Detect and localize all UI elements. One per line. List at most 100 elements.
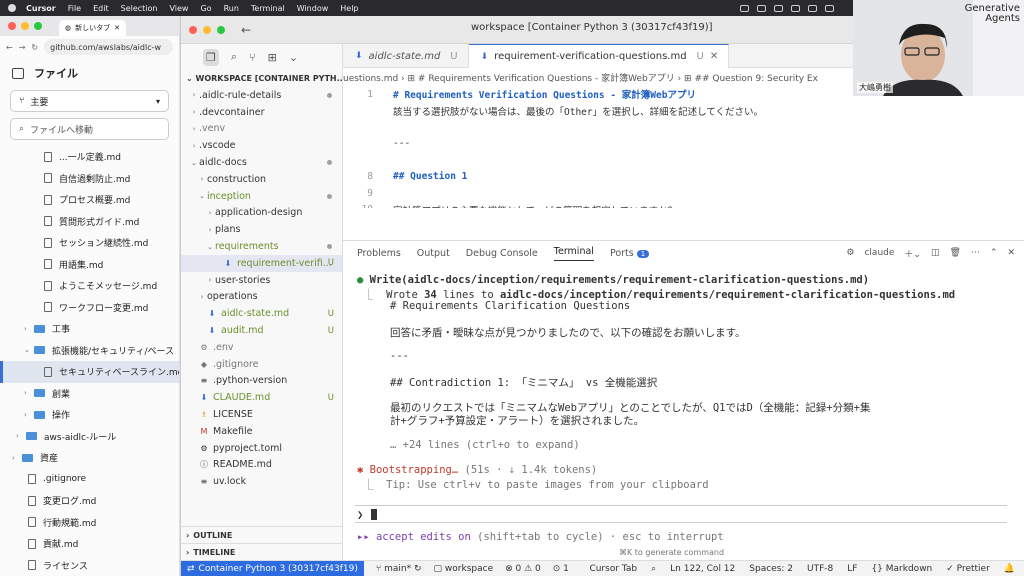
menu-view[interactable]: View	[169, 4, 188, 13]
maximize-icon[interactable]: ⌃	[990, 248, 998, 258]
menu-window[interactable]: Window	[297, 4, 329, 13]
add-terminal-icon[interactable]: ＋⌄	[904, 247, 921, 260]
close-dot[interactable]	[8, 22, 16, 30]
search-icon[interactable]: ⌕	[231, 50, 237, 64]
explorer-item[interactable]: ♗ LICENSE	[181, 406, 342, 423]
chevron-right-icon[interactable]: ›	[24, 325, 34, 333]
explorer-item[interactable]: ⓘ README.md	[181, 457, 342, 474]
timeline-section[interactable]: › TIMELINE	[181, 543, 342, 560]
reload-icon[interactable]: ↻	[31, 43, 38, 52]
minimize-dot[interactable]	[203, 25, 211, 34]
workspace-status[interactable]: ▢ workspace	[434, 564, 494, 574]
close-icon[interactable]: ✕	[1007, 248, 1015, 258]
forward-icon[interactable]: →	[19, 43, 26, 52]
ports-status[interactable]: ⊙ 1	[553, 564, 569, 574]
folder-item[interactable]: › 操作	[0, 404, 179, 426]
explorer-item[interactable]: › construction	[181, 171, 342, 188]
zoom-dot[interactable]	[34, 22, 42, 30]
menu-selection[interactable]: Selection	[121, 4, 158, 13]
menu-run[interactable]: Run	[224, 4, 239, 13]
folder-item[interactable]: › aws-aidlc-ルール	[0, 426, 179, 448]
explorer-item[interactable]: ⬇ aidlc-state.md U	[181, 305, 342, 322]
folder-item[interactable]: › 創業	[0, 383, 179, 405]
chevron-down-icon[interactable]: ⌄	[289, 51, 298, 64]
explorer-item[interactable]: › user-stories	[181, 272, 342, 289]
status-icon[interactable]	[774, 4, 783, 12]
extensions-icon[interactable]: ⊞	[268, 51, 277, 64]
file-item[interactable]: ライセンス	[0, 555, 179, 576]
explorer-item[interactable]: ⬇ CLAUDE.md U	[181, 389, 342, 406]
zoom-dot[interactable]	[217, 25, 225, 34]
chevron-right-icon[interactable]: ›	[24, 411, 34, 419]
explorer-item[interactable]: ⚙ .env	[181, 339, 342, 356]
language-status[interactable]: {} Markdown	[871, 564, 932, 574]
explorer-item[interactable]: › operations	[181, 289, 342, 306]
outline-section[interactable]: › OUTLINE	[181, 526, 342, 543]
status-icon[interactable]	[757, 4, 766, 12]
explorer-item[interactable]: ⬇ audit.md U	[181, 322, 342, 339]
cursor-tab-status[interactable]: Cursor Tab	[589, 564, 637, 574]
zoom-icon[interactable]: ⌕	[651, 564, 656, 574]
tab-output[interactable]: Output	[417, 248, 450, 259]
folder-item[interactable]: › 工事	[0, 318, 179, 340]
sidebar-toggle-icon[interactable]	[12, 67, 24, 79]
files-icon[interactable]: ❐	[203, 48, 219, 66]
trash-icon[interactable]: 🗑	[949, 248, 960, 258]
chevron-right-icon[interactable]: ›	[12, 454, 22, 462]
folder-item[interactable]: › 資産	[0, 447, 179, 469]
menu-app-name[interactable]: Cursor	[26, 4, 56, 13]
address-bar[interactable]: github.com/awslabs/aidlc-w	[44, 39, 173, 55]
menu-terminal[interactable]: Terminal	[251, 4, 285, 13]
file-item[interactable]: 変更ログ.md	[0, 490, 179, 512]
prettier-status[interactable]: ✓ Prettier	[946, 564, 990, 574]
branch-status[interactable]: ⑂ main* ↻	[376, 564, 422, 574]
tab-ports[interactable]: Ports 1	[610, 248, 650, 259]
status-icon[interactable]	[825, 4, 834, 12]
eol-status[interactable]: LF	[847, 564, 857, 574]
back-icon[interactable]: ←	[6, 43, 13, 52]
accept-edits-label[interactable]: accept edits on	[376, 531, 471, 543]
menu-go[interactable]: Go	[200, 4, 211, 13]
file-item[interactable]: ワークフロー変更.md	[0, 297, 179, 319]
file-item[interactable]: セキュリティベースライン.md	[0, 361, 179, 383]
position-status[interactable]: Ln 122, Col 12	[670, 564, 735, 574]
explorer-item[interactable]: M Makefile	[181, 423, 342, 440]
tab-problems[interactable]: Problems	[357, 248, 401, 259]
minimize-dot[interactable]	[21, 22, 29, 30]
explorer-item[interactable]: ⚙ pyproject.toml	[181, 440, 342, 457]
remote-indicator[interactable]: ⇄ Container Python 3 (30317cf43f19)	[181, 560, 364, 576]
status-icon[interactable]	[791, 4, 800, 12]
tab-requirement-verification[interactable]: ⬇ requirement-verification-questions.md …	[468, 44, 730, 68]
file-item[interactable]: 自信過剰防止.md	[0, 168, 179, 190]
explorer-item[interactable]: › application-design	[181, 205, 342, 222]
menu-file[interactable]: File	[68, 4, 81, 13]
explorer-item[interactable]: ⌄ requirements	[181, 238, 342, 255]
tab-aidlc-state[interactable]: ⬇ aidlc-state.md U	[343, 44, 469, 68]
terminal-shell-name[interactable]: claude	[864, 248, 894, 258]
file-item[interactable]: 貢献.md	[0, 533, 179, 555]
close-icon[interactable]: ✕	[710, 51, 718, 62]
file-search-input[interactable]: ⌕ ファイルへ移動	[10, 118, 169, 140]
explorer-item[interactable]: ⌄ aidlc-docs	[181, 154, 342, 171]
file-item[interactable]: .gitignore	[0, 469, 179, 491]
tab-debug-console[interactable]: Debug Console	[466, 248, 538, 259]
problems-status[interactable]: ⊗ 0 ⚠ 0	[505, 564, 541, 574]
more-icon[interactable]: ⋯	[971, 248, 980, 258]
explorer-item[interactable]: ≡ .python-version	[181, 373, 342, 390]
split-icon[interactable]: ◫	[931, 248, 940, 258]
chevron-right-icon[interactable]: ›	[16, 432, 26, 440]
explorer-item[interactable]: ≡ uv.lock	[181, 473, 342, 490]
apple-icon[interactable]	[8, 4, 16, 12]
status-icon[interactable]	[808, 4, 817, 12]
status-icon[interactable]	[740, 4, 749, 12]
file-item[interactable]: 用語集.md	[0, 254, 179, 276]
chevron-right-icon[interactable]: ›	[24, 389, 34, 397]
file-item[interactable]: セッション継続性.md	[0, 232, 179, 254]
explorer-item[interactable]: ⌄ inception	[181, 188, 342, 205]
menu-edit[interactable]: Edit	[93, 4, 109, 13]
encoding-status[interactable]: UTF-8	[807, 564, 833, 574]
bell-icon[interactable]: 🔔	[1004, 564, 1015, 574]
back-icon[interactable]: ←	[241, 23, 251, 37]
workspace-header[interactable]: ⌄ WORKSPACE [CONTAINER PYTH...	[181, 70, 342, 87]
expand-hint[interactable]: … +24 lines (ctrl+o to expand)	[390, 439, 580, 451]
